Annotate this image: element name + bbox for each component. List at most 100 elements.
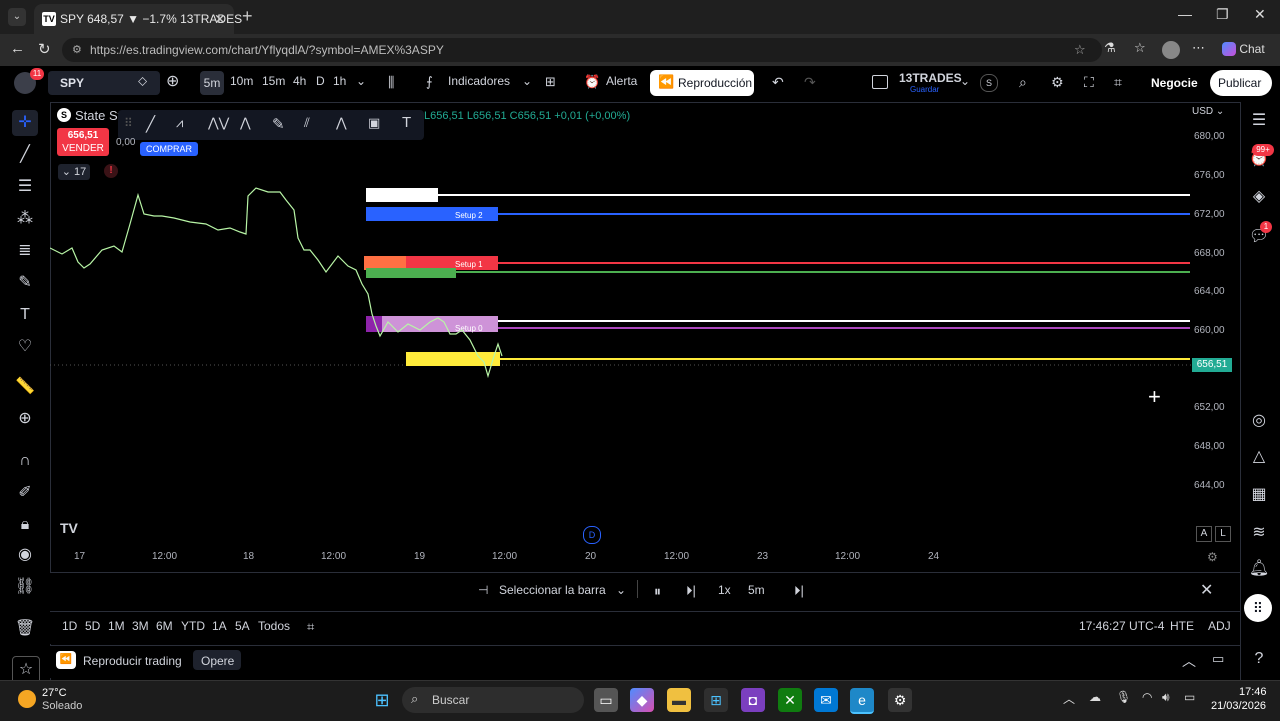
publish-button[interactable]: Publicar — [1210, 70, 1272, 96]
favorite-star-icon[interactable]: ☆ — [1074, 42, 1086, 58]
abcd-pattern-icon[interactable]: ⩘ — [176, 115, 183, 131]
range-ytd[interactable]: YTD — [181, 619, 205, 633]
apps-grid-icon[interactable]: ⠿ — [1244, 594, 1272, 622]
help-icon[interactable]: ? — [1246, 646, 1272, 672]
tab-actions-menu[interactable]: ⌄ — [8, 8, 26, 26]
crosshair-icon[interactable]: ✛ — [12, 110, 38, 136]
trash-icon[interactable]: 🗑︎ — [12, 616, 38, 642]
alert-icon[interactable]: ⏰ — [584, 74, 600, 94]
pause-icon[interactable]: ⏸ — [654, 583, 661, 600]
select-bar-button[interactable]: Seleccionar la barra — [499, 583, 606, 597]
back-icon[interactable]: ← — [10, 40, 25, 57]
settings-icon[interactable]: ⚙ — [1051, 74, 1064, 94]
panel-maximize-icon[interactable]: ▭ — [1212, 651, 1224, 667]
select-bar-icon[interactable]: ⊣ — [478, 583, 488, 597]
taskbar-time[interactable]: 17:46 — [1239, 686, 1267, 698]
range-6m[interactable]: 6M — [156, 619, 173, 633]
zone-box-yellow[interactable] — [406, 352, 500, 366]
range-1m[interactable]: 1M — [108, 619, 125, 633]
select-bar-dropdown-icon[interactable]: ⌄ — [616, 583, 626, 597]
maximize-icon[interactable]: ❐ — [1216, 6, 1229, 23]
jump-to-realtime-icon[interactable]: ⏵| — [794, 583, 804, 599]
undo-icon[interactable]: ↶ — [772, 74, 784, 94]
streams-icon[interactable]: ≋ — [1246, 520, 1272, 546]
temperature[interactable]: 27°C — [42, 687, 67, 699]
replay-interval-button[interactable]: 5m — [748, 583, 765, 597]
trade-button[interactable]: Negocie — [1145, 70, 1203, 96]
speed-button[interactable]: 1x — [718, 583, 731, 597]
symbol-type-icon[interactable]: ⬦ — [138, 73, 147, 93]
channel-icon[interactable]: ⫽ — [304, 115, 310, 131]
text-tool-icon[interactable]: T — [12, 302, 38, 328]
step-forward-icon[interactable]: ⏵| — [686, 583, 696, 599]
adj-button[interactable]: ADJ — [1208, 619, 1231, 633]
panel-tab-trade[interactable]: Opere — [193, 650, 241, 670]
image-icon[interactable]: ▣ — [368, 115, 380, 131]
horizontal-lines-icon[interactable]: ☰ — [12, 174, 38, 200]
range-1a[interactable]: 1A — [212, 619, 227, 633]
panel-title[interactable]: Reproducir trading — [83, 654, 182, 668]
calendar-icon[interactable]: ▦ — [1246, 482, 1272, 508]
buy-button[interactable]: COMPRAR — [140, 142, 198, 156]
weather-sun-icon[interactable] — [18, 690, 36, 708]
zoom-icon[interactable]: ⊕ — [12, 406, 38, 432]
range-5d[interactable]: 5D — [85, 619, 100, 633]
range-all[interactable]: Todos — [258, 619, 290, 633]
xbox-icon[interactable]: ✕ — [778, 688, 802, 712]
profile-avatar[interactable] — [1162, 41, 1180, 59]
settings-taskbar-icon[interactable]: ⚙ — [888, 688, 912, 712]
redo-icon[interactable]: ↷ — [804, 74, 816, 94]
go-to-date-icon[interactable]: ⌗ — [307, 619, 314, 635]
line-tool-icon[interactable]: ╱ — [146, 115, 155, 133]
range-3m[interactable]: 3M — [132, 619, 149, 633]
edge-icon[interactable]: e — [850, 688, 874, 714]
brush-icon[interactable]: ✎ — [12, 270, 38, 296]
zone-box-orange[interactable] — [364, 256, 406, 270]
indicators-collapse[interactable]: ⌄ 17 — [58, 164, 90, 180]
lock-icon[interactable]: 🔒︎ — [12, 512, 38, 538]
watchlist-icon[interactable]: ☰ — [1246, 108, 1272, 134]
wave-tool-icon[interactable]: ⋀⋁ — [208, 115, 229, 131]
zone-box-green[interactable] — [366, 268, 456, 278]
price-chart[interactable]: Setup 2Setup 1Setup 0 — [50, 102, 1240, 572]
heart-icon[interactable]: ♡ — [12, 334, 38, 360]
browser-tab[interactable]: TV SPY 648,57 ▼ −1.7% 13TRADES ✕ — [34, 4, 242, 34]
indicators-dropdown-icon[interactable]: ⌄ — [522, 74, 532, 94]
auto-scale-button[interactable]: A — [1196, 526, 1212, 542]
timeframe-4h[interactable]: 4h — [293, 74, 306, 94]
mic-icon[interactable]: 🎙︎ — [1116, 690, 1131, 704]
tray-overflow-icon[interactable]: ︿ — [1063, 690, 1075, 707]
panel-collapse-icon[interactable]: ︿ — [1182, 651, 1196, 671]
sell-button[interactable]: 656,51 VENDER — [57, 128, 109, 156]
fullscreen-icon[interactable]: ⛶ — [1084, 74, 1094, 94]
text-icon[interactable]: T — [402, 114, 411, 131]
close-replay-icon[interactable]: ✕ — [1200, 580, 1213, 600]
timeframe-5m[interactable]: 5m — [200, 71, 224, 95]
zone-box-white[interactable] — [366, 188, 438, 202]
site-info-icon[interactable]: ⚙ — [72, 43, 82, 56]
store-icon[interactable]: ⊞ — [704, 688, 728, 712]
copilot-taskbar-icon[interactable]: ◆ — [630, 688, 654, 712]
timeframe-1h[interactable]: 1h — [333, 74, 346, 94]
copilot-chat-button[interactable]: Chat — [1222, 42, 1265, 56]
extension-icon[interactable]: ⚗ — [1104, 40, 1116, 56]
compare-symbol-icon[interactable]: ⊕ — [166, 71, 179, 91]
elliott-wave-icon[interactable]: ⋀ — [240, 115, 251, 131]
time-axis-settings-icon[interactable]: ⚙ — [1207, 550, 1218, 564]
battery-icon[interactable]: ▭ — [1184, 690, 1195, 704]
close-tab-icon[interactable]: ✕ — [214, 11, 226, 28]
file-explorer-icon[interactable]: ▬ — [667, 688, 691, 712]
eye-icon[interactable]: ◉ — [12, 542, 38, 568]
layout-dropdown-icon[interactable]: ⌄ — [960, 74, 970, 94]
camera-icon[interactable]: ⌗ — [1114, 74, 1122, 94]
windows-start-icon[interactable]: ⊞ — [370, 688, 394, 712]
task-view-icon[interactable]: ▭ — [594, 688, 618, 712]
timeframe-15m[interactable]: 15m — [262, 74, 285, 94]
currency-selector[interactable]: USD ⌄ — [1192, 106, 1232, 126]
replay-button[interactable]: ⏪ Reproducción — [650, 70, 754, 96]
layout-grid-icon[interactable]: ⊞ — [545, 74, 556, 94]
layout-icon[interactable] — [872, 75, 888, 89]
taskbar-search[interactable]: ⌕ Buscar — [402, 687, 584, 713]
favorites-icon[interactable]: ☆ — [1134, 40, 1146, 56]
target-icon[interactable]: ◎ — [1246, 408, 1272, 434]
